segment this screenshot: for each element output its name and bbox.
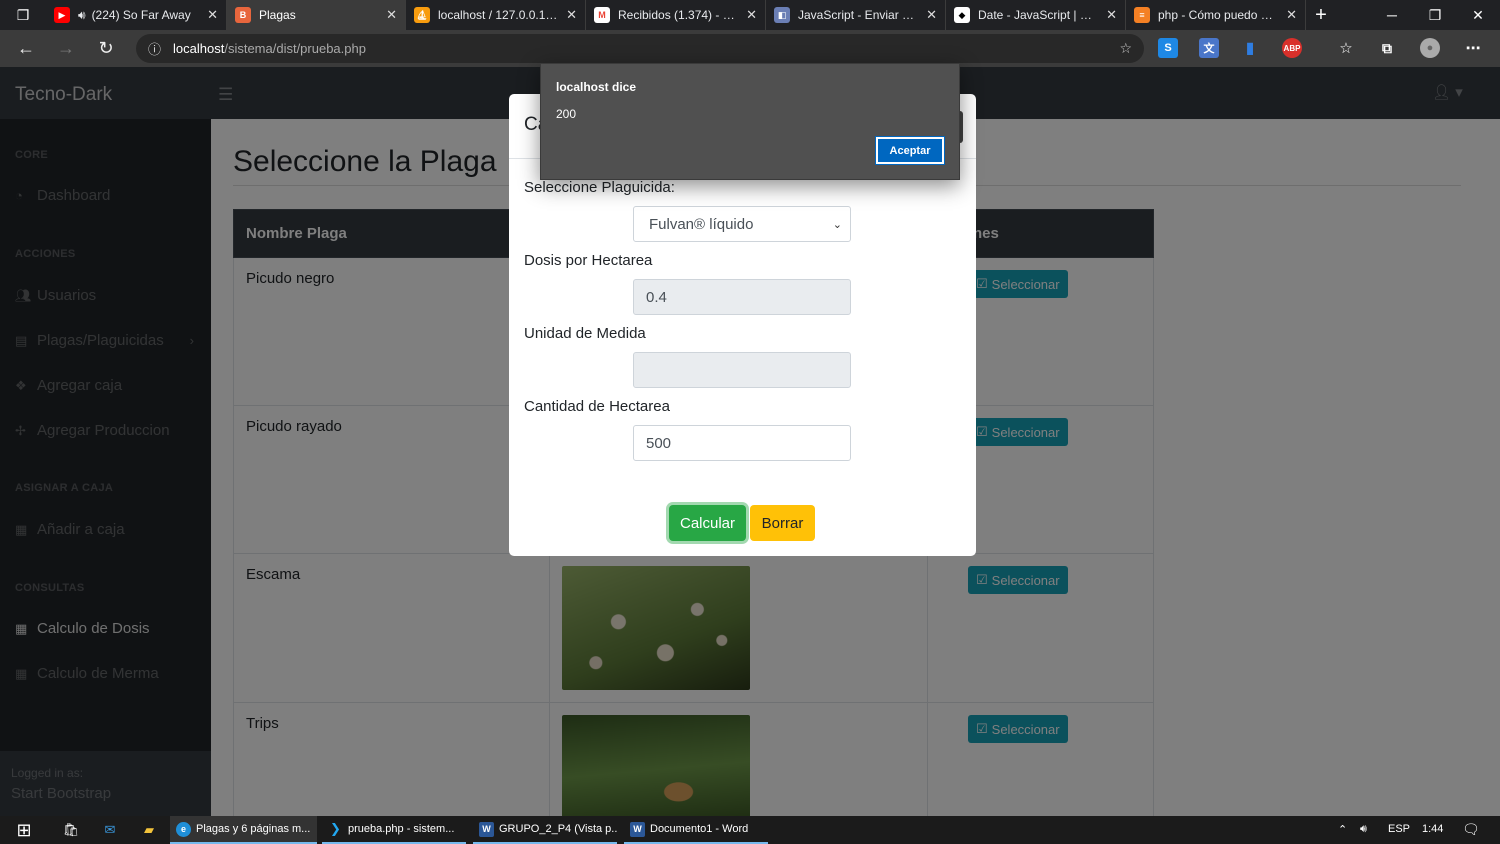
taskbar-app-label: GRUPO_2_P4 (Vista p... (499, 823, 617, 835)
taskbar-app-label: prueba.php - sistem... (348, 823, 455, 835)
borrar-button[interactable]: Borrar (750, 505, 815, 541)
chevron-down-icon: ⌄ (832, 218, 842, 231)
mdn-icon: ◆ (954, 7, 970, 23)
bookmark-icon[interactable]: ▮ (1240, 38, 1260, 58)
browser-tab-active[interactable]: B Plagas ✕ (227, 0, 406, 30)
collections-icon[interactable]: ⧉ (1377, 38, 1397, 58)
url-path: /sistema/dist/prueba.php (224, 41, 366, 56)
word-icon: W (630, 821, 645, 837)
youtube-icon: ▶ (54, 7, 70, 23)
alert-title: localhost dice (556, 80, 637, 94)
stackoverflow-icon: ≡ (1134, 7, 1150, 23)
profile-avatar-icon[interactable]: ● (1420, 38, 1440, 58)
volume-icon[interactable]: 🔊︎ (1360, 823, 1367, 836)
minimize-icon[interactable]: ─ (1370, 0, 1414, 30)
taskbar-app[interactable]: W GRUPO_2_P4 (Vista p... (473, 816, 617, 844)
plaguicida-selected-value: Fulvan® líquido (649, 215, 754, 233)
taskbar-app[interactable]: W Documento1 - Word (624, 816, 768, 844)
translate-icon[interactable]: 文 (1199, 38, 1219, 58)
speaker-icon: 🔊︎ (78, 7, 86, 22)
tab-title: Recibidos (1.374) - ande (618, 8, 739, 22)
tab-actions-icon[interactable]: ❐ (0, 0, 46, 30)
alert-ok-button[interactable]: Aceptar (875, 136, 945, 165)
cantidad-field[interactable]: 500 (633, 425, 851, 461)
new-tab-button[interactable]: + (1306, 4, 1336, 27)
favorites-icon[interactable]: ☆ (1336, 38, 1356, 58)
plaguicida-select[interactable]: Fulvan® líquido ⌄ (633, 206, 851, 242)
clock[interactable]: 1:44 (1422, 823, 1443, 835)
browser-tab[interactable]: ≡ php - Cómo puedo con ✕ (1126, 0, 1306, 30)
taskbar-app[interactable]: e Plagas y 6 páginas m... (170, 816, 317, 844)
word-icon: W (479, 821, 494, 837)
restore-icon[interactable]: ❐ (1413, 0, 1457, 30)
edge-icon: e (176, 821, 191, 837)
plaguicida-label: Seleccione Plaguicida: (524, 179, 675, 196)
taskbar-app-label: Documento1 - Word (650, 823, 749, 835)
mail-icon[interactable]: ✉ (100, 820, 120, 840)
add-favorite-icon[interactable]: ☆ (1119, 40, 1132, 57)
unidad-field[interactable] (633, 352, 851, 388)
tab-title: (224) So Far Away (91, 8, 191, 22)
gmail-icon: M (594, 7, 610, 23)
chevron-up-icon[interactable]: ⌃ (1338, 823, 1347, 836)
dosis-field[interactable]: 0.4 (633, 279, 851, 315)
close-tab-icon[interactable]: ✕ (1106, 7, 1117, 23)
close-tab-icon[interactable]: ✕ (386, 7, 397, 23)
taskbar-app[interactable]: ❯ prueba.php - sistem... (322, 816, 466, 844)
tab-title: Plagas (259, 8, 296, 22)
notifications-icon[interactable]: 🗨︎ (1462, 821, 1480, 838)
browser-tab[interactable]: ◆ Date - JavaScript | MDN ✕ (946, 0, 1126, 30)
unidad-label: Unidad de Medida (524, 325, 646, 342)
tab-title: Date - JavaScript | MDN (978, 8, 1099, 22)
close-tab-icon[interactable]: ✕ (926, 7, 937, 23)
close-tab-icon[interactable]: ✕ (566, 7, 577, 23)
back-icon[interactable]: ← (6, 30, 46, 67)
forward-icon[interactable]: → (46, 30, 86, 67)
input-language[interactable]: ESP (1388, 823, 1410, 835)
page-icon: ◧ (774, 7, 790, 23)
tab-title: localhost / 127.0.0.1 / b (438, 8, 559, 22)
file-explorer-icon[interactable]: ▰ (139, 820, 159, 840)
alert-dialog: localhost dice 200 Aceptar (540, 63, 960, 180)
vscode-icon: ❯ (330, 821, 341, 836)
close-tab-icon[interactable]: ✕ (207, 7, 218, 23)
browser-tab[interactable]: ⛵︎ localhost / 127.0.0.1 / b ✕ (406, 0, 586, 30)
close-tab-icon[interactable]: ✕ (1286, 7, 1297, 23)
start-icon[interactable]: ⊞ (14, 820, 34, 840)
bootstrap-icon: B (235, 7, 251, 23)
tab-title: JavaScript - Enviar un v (798, 8, 919, 22)
adblock-icon[interactable]: ABP (1282, 38, 1302, 58)
url-host: localhost (173, 41, 225, 56)
close-window-icon[interactable]: ✕ (1456, 0, 1500, 30)
tab-title: php - Cómo puedo con (1158, 8, 1279, 22)
browser-toolbar: ← → ↻ ⓘ localhost/sistema/dist/prueba.ph… (0, 30, 1500, 67)
reload-icon[interactable]: ↻ (86, 30, 126, 67)
cantidad-label: Cantidad de Hectarea (524, 398, 670, 415)
calcular-button[interactable]: Calcular (669, 505, 746, 541)
info-icon[interactable]: ⓘ (148, 39, 161, 58)
taskbar-app-label: Plagas y 6 páginas m... (196, 823, 311, 835)
browser-tab[interactable]: ▶ 🔊︎ (224) So Far Away ✕ (46, 0, 227, 30)
more-menu-icon[interactable]: ⋯ (1463, 38, 1483, 58)
dosis-label: Dosis por Hectarea (524, 252, 653, 269)
phpmyadmin-icon: ⛵︎ (414, 7, 430, 23)
store-icon[interactable]: 🛍︎ (61, 820, 81, 840)
close-tab-icon[interactable]: ✕ (746, 7, 757, 23)
taskbar: ⊞ 🛍︎ ✉ ▰ e Plagas y 6 páginas m... ❯ pru… (0, 816, 1500, 844)
alert-message: 200 (556, 107, 577, 121)
browser-tab[interactable]: ◧ JavaScript - Enviar un v ✕ (766, 0, 946, 30)
extension-s-icon[interactable]: S (1158, 38, 1178, 58)
browser-tab[interactable]: M Recibidos (1.374) - ande ✕ (586, 0, 766, 30)
browser-tab-strip: ❐ ▶ 🔊︎ (224) So Far Away ✕ B Plagas ✕ ⛵︎… (0, 0, 1500, 30)
address-bar[interactable]: ⓘ localhost/sistema/dist/prueba.php ☆ (136, 34, 1144, 63)
